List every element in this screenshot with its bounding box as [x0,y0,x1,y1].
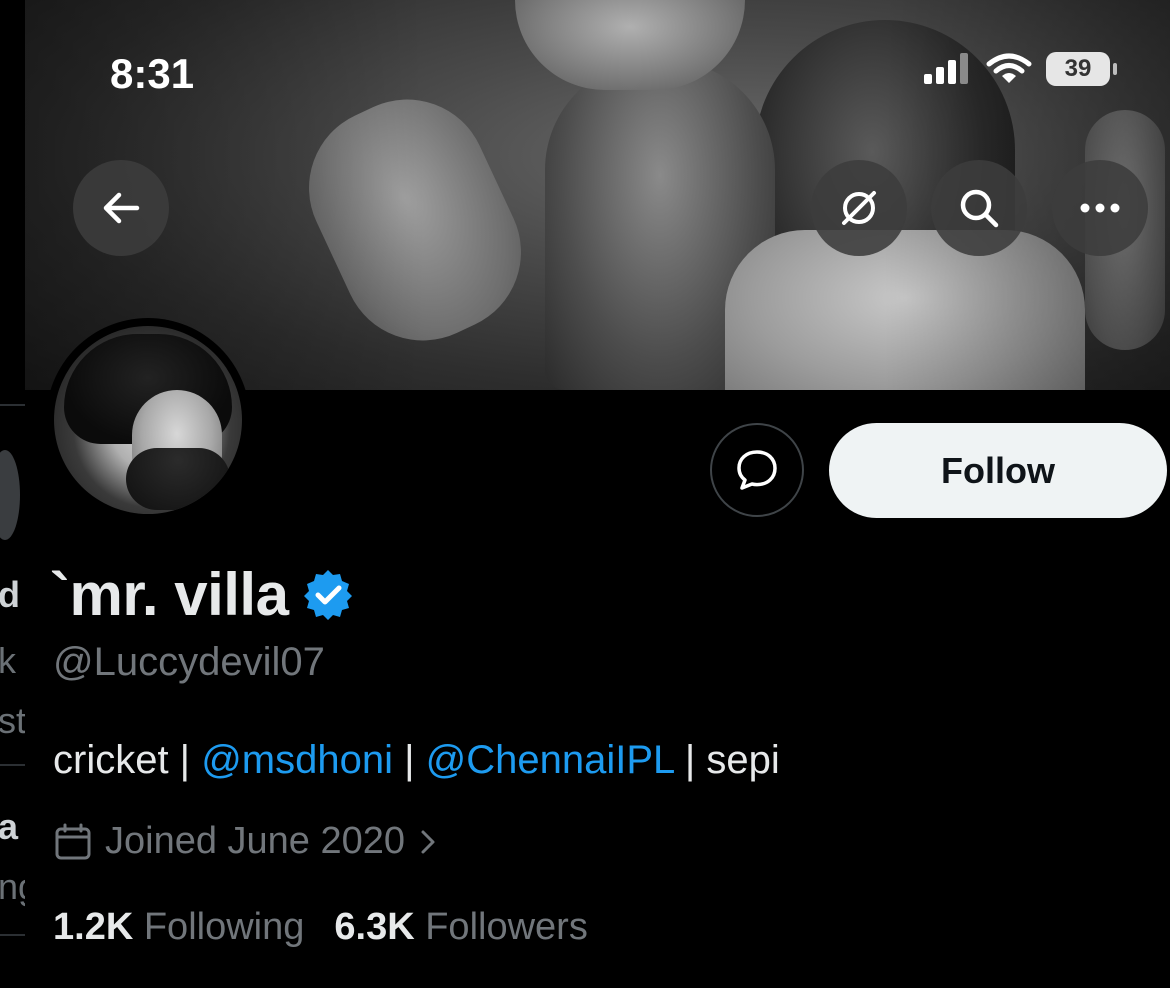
followers-count: 6.3K [334,906,415,948]
followers-stat[interactable]: 6.3K Followers [334,906,587,949]
partial-text: d [0,574,20,615]
divider [0,404,25,406]
profile-bio: cricket | @msdhoni | @ChennaiIPL | sepi [53,738,780,783]
avatar-image [54,326,242,514]
follow-stats: 1.2K Following 6.3K Followers [53,906,588,949]
wifi-icon [986,53,1032,83]
more-icon [1080,203,1120,213]
profile-avatar[interactable] [46,318,250,522]
chevron-right-icon [421,830,435,853]
cellular-signal-icon [924,53,968,84]
bio-separator: | [392,738,426,782]
joined-date: Joined June 2020 [105,820,406,862]
display-name-row: `mr. villa [50,560,354,629]
search-icon [960,189,999,228]
following-stat[interactable]: 1.2K Following [53,906,304,949]
joined-date-row[interactable]: Joined June 2020 [53,820,441,863]
partial-text: k [0,640,16,681]
mention-link[interactable]: @ChennaiIPL [426,738,674,782]
following-count: 1.2K [53,906,134,948]
display-name: `mr. villa [50,561,289,628]
partial-text: a [0,806,19,847]
bio-text: | sepi [673,738,780,782]
divider [0,764,25,766]
bio-text: cricket | [53,738,202,782]
chat-bubble-icon [737,450,777,490]
divider [0,934,25,936]
more-options-button[interactable] [1052,160,1148,256]
partial-avatar [0,450,20,540]
partial-text: st [0,700,25,741]
status-icons: 39 [922,52,1117,86]
arrow-left-icon [103,192,140,224]
username-handle: @Luccydevil07 [53,640,325,684]
back-button[interactable] [73,160,169,256]
left-edge-partial-content: d k st a ng [0,0,25,988]
follow-button[interactable]: Follow [829,423,1167,518]
grok-button[interactable] [811,160,907,256]
partial-text: ng [0,866,25,907]
search-button[interactable] [931,160,1027,256]
following-label: Following [143,906,305,948]
followers-label: Followers [425,906,588,948]
calendar-icon [55,823,91,859]
mention-link[interactable]: @msdhoni [201,738,393,782]
status-time: 8:31 [110,50,195,97]
grok-icon [842,191,876,225]
battery-icon: 39 [1046,52,1117,86]
battery-level: 39 [1064,55,1092,82]
verified-badge-icon[interactable] [302,569,354,621]
message-button[interactable] [710,423,804,517]
